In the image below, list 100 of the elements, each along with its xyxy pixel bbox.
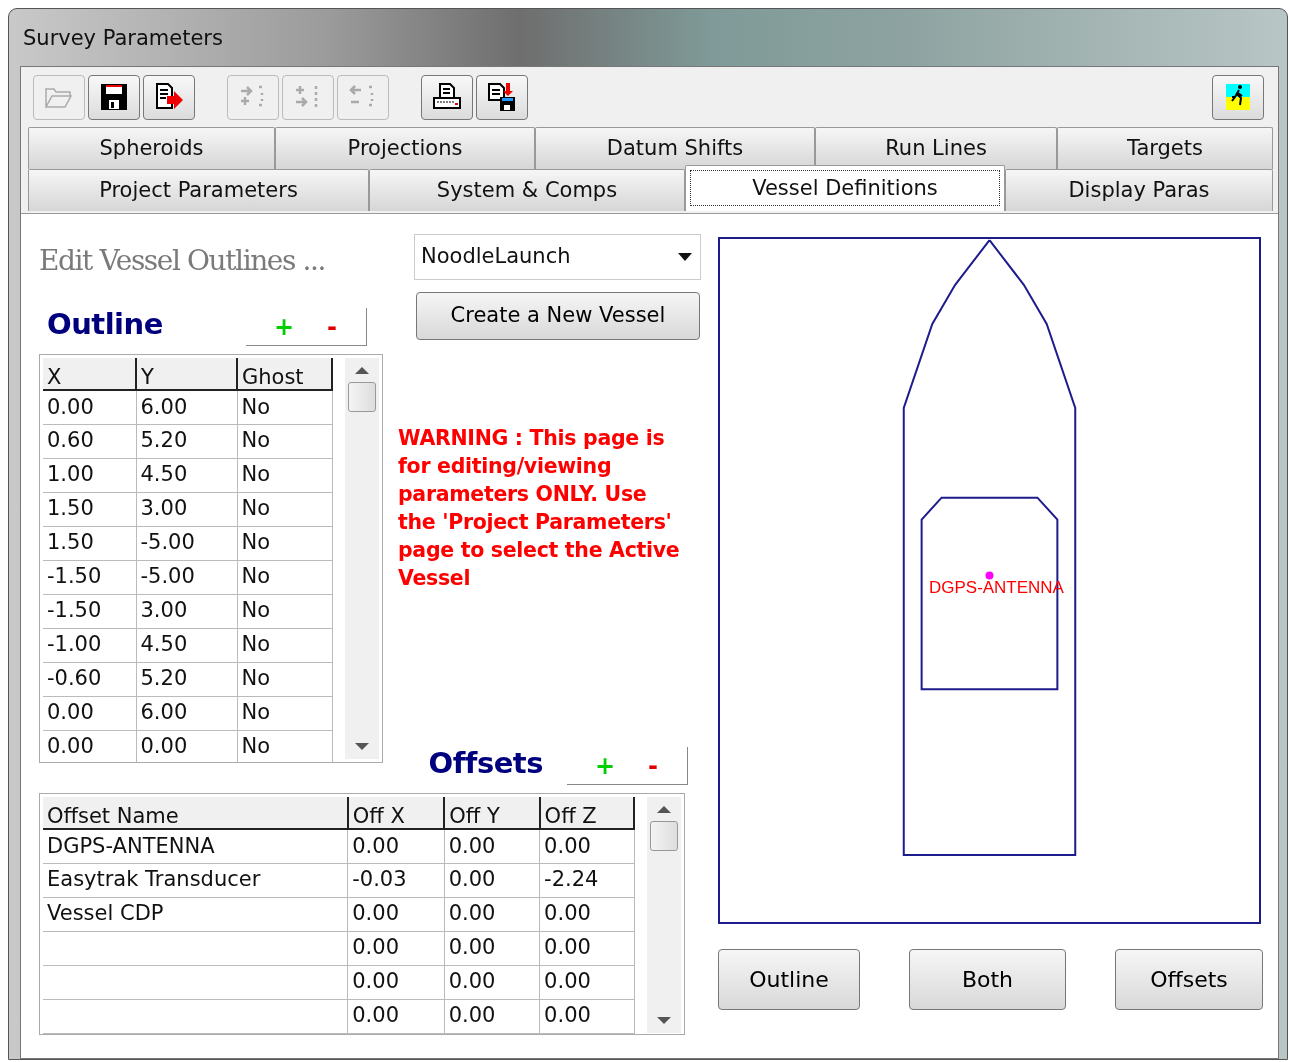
table-cell: No [237,526,332,560]
remove-point-button[interactable]: - [308,308,356,345]
table-cell: 5.20 [136,662,237,696]
tab[interactable]: Vessel Definitions [685,165,1005,211]
column-header[interactable]: X [43,358,136,390]
table-cell: 3.00 [136,594,237,628]
table-cell: 0.00 [444,999,540,1033]
table-cell: 0.00 [539,965,635,999]
table-cell: -0.60 [43,662,136,696]
table-cell: 0.00 [444,965,540,999]
table-cell: 0.00 [43,390,136,424]
tab[interactable]: Run Lines [815,127,1057,169]
table-cell: DGPS-ANTENNA [43,829,348,863]
column-header[interactable]: Offset Name [43,797,348,829]
tab[interactable]: Display Paras [1005,169,1273,211]
table-cell: Vessel CDP [43,897,348,931]
column-header[interactable]: Off X [347,797,445,829]
tab[interactable]: Datum Shifts [535,127,815,169]
dropdown-arrow-icon [678,253,692,261]
table-cell: Easytrak Transducer [43,863,348,897]
tab[interactable]: Projections [275,127,535,169]
scroll-thumb[interactable] [650,821,679,851]
table-cell: No [237,492,332,526]
table-cell: No [237,560,332,594]
table-cell: 0.00 [539,829,635,863]
tab[interactable]: Project Parameters [28,169,369,211]
table-cell: 0.00 [539,897,635,931]
table-cell: 6.00 [136,390,237,424]
column-header[interactable]: Off Y [444,797,540,829]
tab[interactable]: Spheroids [28,127,275,169]
table-cell: 1.50 [43,492,136,526]
table-cell: No [237,730,332,762]
view-button[interactable]: Outline [718,949,860,1010]
offset-point [985,571,994,580]
save-icon [98,81,130,113]
toolbar-button[interactable] [143,74,195,120]
toolbar-button[interactable] [421,74,473,120]
page-heading: Edit Vessel Outlines ... [39,244,325,277]
table-cell: No [237,594,332,628]
table-cell: 5.20 [136,424,237,458]
table-cell: 0.00 [347,931,445,965]
scrollbar[interactable] [345,358,379,759]
table-cell: -1.50 [43,560,136,594]
table-cell: No [237,628,332,662]
create-vessel-button[interactable]: Create a New Vessel [416,292,700,340]
column-header[interactable]: Ghost [237,358,332,390]
table-cell: -2.24 [539,863,635,897]
vessel-dropdown[interactable]: NoodleLaunch [414,234,701,280]
table-cell: 0.00 [444,897,540,931]
outline-title: Outline [47,305,163,343]
scroll-up-icon[interactable] [355,366,369,374]
table-cell: 4.50 [136,458,237,492]
table-cell: No [237,390,332,424]
table-cell: 0.00 [43,730,136,762]
table-cell: 0.00 [444,829,540,863]
table-cell: No [237,424,332,458]
table-cell: -5.00 [136,526,237,560]
table-cell: 0.00 [444,863,540,897]
table-cell: 0.00 [539,931,635,965]
table-cell: 6.00 [136,696,237,730]
table-cell: 0.00 [347,965,445,999]
scroll-down-icon[interactable] [657,1017,672,1025]
scroll-thumb[interactable] [348,382,376,412]
table-cell: 0.00 [136,730,237,762]
table-cell: 0.00 [444,931,540,965]
table-cell: 1.50 [43,526,136,560]
table-cell: -0.03 [347,863,445,897]
scroll-down-icon[interactable] [355,743,369,751]
document-disk-icon [486,81,518,113]
table-cell: 1.00 [43,458,136,492]
window-title: Survey Parameters [23,26,223,50]
scroll-up-icon[interactable] [657,805,672,813]
table-cell: -1.50 [43,594,136,628]
table-cell: 0.00 [347,999,445,1033]
table-cell: 0.00 [347,897,445,931]
toolbar-button[interactable] [476,74,528,120]
toolbar-button[interactable] [88,74,140,120]
column-header[interactable]: Off Z [539,797,635,829]
table-cell: -1.00 [43,628,136,662]
tab[interactable]: System & Comps [369,169,685,211]
remove-offset-button[interactable]: - [629,747,677,784]
table-cell: 0.60 [43,424,136,458]
dropdown-value: NoodleLaunch [421,243,571,271]
warning-text: WARNING : This page is for editing/viewing parameters ONLY. Use the 'Project Parameters' page to select the Active Vessel [398,425,681,592]
table-cell: 0.00 [347,829,445,863]
toolbar-button[interactable] [1212,74,1264,120]
scrollbar[interactable] [647,797,681,1033]
table-cell: -5.00 [136,560,237,594]
offsets-title: Offsets [428,744,543,782]
tab[interactable]: Targets [1057,127,1273,169]
table-cell: 0.00 [539,999,635,1033]
table-cell: No [237,662,332,696]
table-cell: No [237,458,332,492]
view-button[interactable]: Both [909,949,1066,1010]
table-cell: 4.50 [136,628,237,662]
view-button[interactable]: Offsets [1115,949,1263,1010]
table-cell: 3.00 [136,492,237,526]
column-header[interactable]: Y [136,358,237,390]
table-cell: 0.00 [43,696,136,730]
table-cell: No [237,696,332,730]
